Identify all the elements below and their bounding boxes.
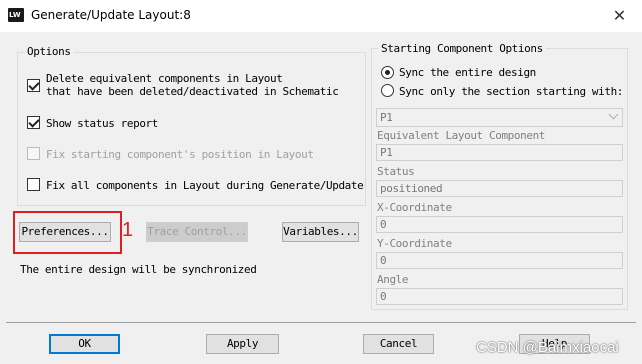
preferences-button[interactable]: Preferences...	[19, 222, 111, 242]
app-icon-text: LW	[9, 11, 21, 19]
chevron-down-icon	[608, 109, 619, 120]
sync-section-radio[interactable]	[381, 84, 394, 97]
status-field[interactable]: positioned	[376, 180, 623, 197]
fix-starting-position-checkbox[interactable]	[27, 147, 40, 160]
component-select[interactable]: P1	[376, 108, 623, 127]
show-status-report-checkbox[interactable]	[27, 116, 40, 129]
equivalent-layout-field[interactable]: P1	[376, 144, 623, 161]
annotation-number: 1	[122, 219, 134, 241]
trace-control-button[interactable]: Trace Control...	[146, 222, 248, 242]
sync-entire-radio[interactable]	[381, 66, 394, 79]
close-icon[interactable]: ✕	[597, 0, 642, 31]
equivalent-layout-label: Equivalent Layout Component	[377, 129, 546, 142]
fix-all-components-label: Fix all components in Layout during Gene…	[46, 179, 364, 192]
bottom-separator	[6, 322, 636, 323]
angle-field[interactable]: 0	[376, 288, 623, 305]
cancel-button[interactable]: Cancel	[363, 334, 434, 354]
sync-entire-label: Sync the entire design	[399, 66, 536, 79]
component-select-value: P1	[380, 111, 393, 124]
fix-starting-position-label: Fix starting component's position in Lay…	[46, 148, 314, 161]
x-coordinate-field[interactable]: 0	[376, 216, 623, 233]
delete-equivalent-checkbox[interactable]	[27, 79, 40, 92]
variables-button[interactable]: Variables...	[282, 222, 359, 242]
delete-equivalent-label: Delete equivalent components in Layout t…	[46, 72, 339, 98]
y-coordinate-field[interactable]: 0	[376, 252, 623, 269]
y-coordinate-label: Y-Coordinate	[377, 237, 452, 250]
status-label: Status	[377, 165, 415, 178]
watermark: CSDN @Baimxiaocai	[476, 339, 619, 356]
starting-options-legend: Starting Component Options	[378, 42, 546, 55]
apply-button[interactable]: Apply	[206, 334, 279, 354]
show-status-report-label: Show status report	[46, 117, 159, 130]
app-icon: LW	[8, 8, 24, 22]
title-bar: LW Generate/Update Layout:8 ✕	[0, 0, 642, 32]
fix-all-components-checkbox[interactable]	[27, 178, 40, 191]
sync-section-label: Sync only the section starting with:	[399, 85, 624, 98]
angle-label: Angle	[377, 273, 409, 286]
x-coordinate-label: X-Coordinate	[377, 201, 452, 214]
options-legend: Options	[24, 45, 74, 58]
status-message: The entire design will be synchronized	[20, 263, 257, 276]
ok-button[interactable]: OK	[49, 334, 120, 354]
window-title: Generate/Update Layout:8	[31, 8, 191, 22]
